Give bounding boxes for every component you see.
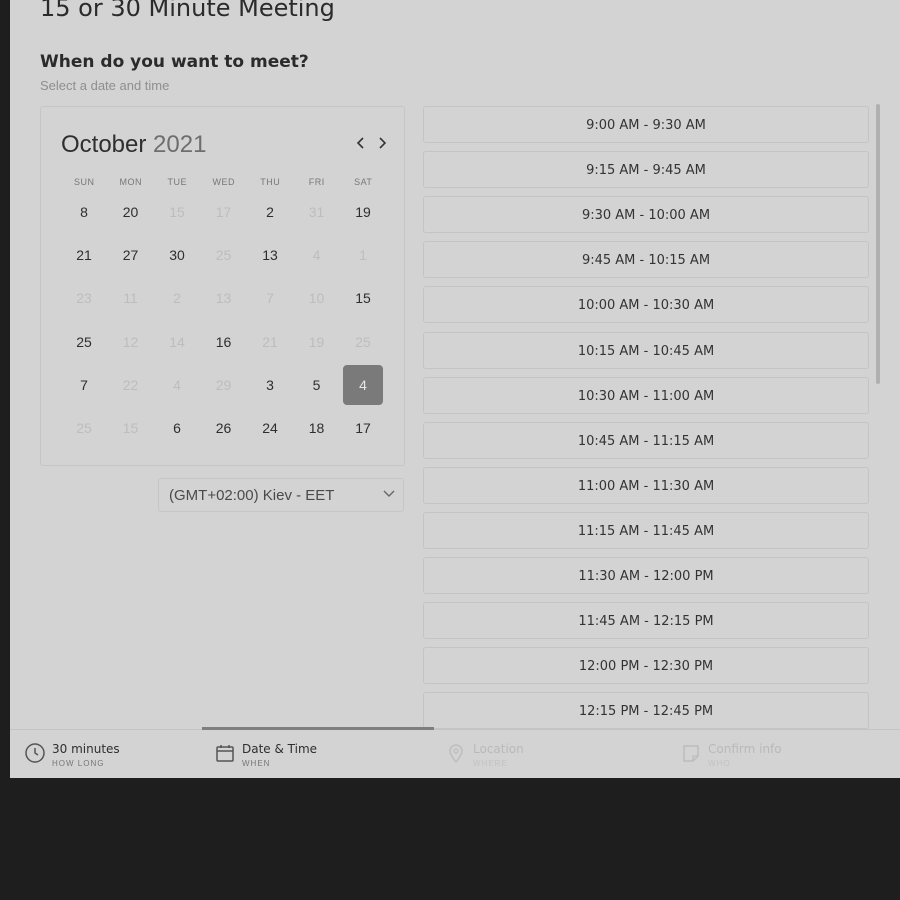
time-slot-button[interactable]: 11:00 AM - 11:30 AM <box>423 466 869 504</box>
time-slot-list: 9:00 AM - 9:30 AM 9:15 AM - 9:45 AM 9:30 A… <box>423 104 869 729</box>
weekday-label: THU <box>260 177 281 187</box>
calendar-day: 29 <box>215 376 232 393</box>
calendar-day[interactable]: 3 <box>250 365 290 405</box>
timezone-select[interactable]: (GMT+02:00) Kiev - EET <box>158 478 404 512</box>
calendar: October 2021 SUN MON TUE WED THU FRI SAT 8 20 15… <box>40 106 405 466</box>
calendar-day: 14 <box>169 333 185 350</box>
calendar-day: 22 <box>122 376 139 393</box>
calendar-day[interactable]: 19 <box>343 192 383 232</box>
step-sublabel: WHEN <box>242 759 271 768</box>
step-progress-bar: 30 minutes HOW LONG Date & Time WHEN Loc… <box>10 727 900 778</box>
calendar-day: 15 <box>169 204 185 220</box>
calendar-day: 19 <box>308 333 325 350</box>
location-pin-icon <box>449 744 463 764</box>
calendar-day[interactable]: 26 <box>204 408 244 448</box>
calendar-day: 23 <box>76 290 92 307</box>
time-slot-button[interactable]: 10:15 AM - 10:45 AM <box>423 331 869 369</box>
calendar-day: 4 <box>173 376 181 393</box>
chevron-down-icon <box>383 490 395 497</box>
step-sublabel: WHO <box>708 759 731 768</box>
time-slot-button[interactable]: 12:15 PM - 12:45 PM <box>423 692 869 729</box>
calendar-day: 4 <box>312 247 321 264</box>
calendar-day: 15 <box>122 420 139 436</box>
calendar-day[interactable]: 27 <box>111 235 151 275</box>
calendar-day: 12 <box>122 333 139 350</box>
time-slot-button[interactable]: 9:00 AM - 9:30 AM <box>423 106 869 143</box>
time-slot-button[interactable]: 9:15 AM - 9:45 AM <box>423 151 869 189</box>
calendar-icon <box>216 745 234 762</box>
timezone-value: (GMT+02:00) Kiev - EET <box>169 487 335 504</box>
time-slot-button[interactable]: 10:00 AM - 10:30 AM <box>423 286 869 324</box>
calendar-day[interactable]: 6 <box>157 408 197 448</box>
calendar-day[interactable]: 13 <box>250 235 290 275</box>
step-label: Confirm info <box>708 742 782 756</box>
note-icon <box>683 745 699 762</box>
scheduler-panel: 15 or 30 Minute Meeting When do you want… <box>10 0 900 778</box>
weekday-label: TUE <box>167 177 187 187</box>
calendar-day[interactable]: 2 <box>250 192 290 232</box>
calendar-day: 2 <box>173 290 181 307</box>
calendar-year: 2021 <box>153 131 207 158</box>
page-title: 15 or 30 Minute Meeting <box>40 0 335 22</box>
weekday-label: SAT <box>354 177 373 187</box>
calendar-day[interactable]: 20 <box>111 192 151 232</box>
time-slot-button[interactable]: 10:45 AM - 11:15 AM <box>423 421 869 459</box>
calendar-day[interactable]: 5 <box>297 365 337 405</box>
slot-list-scrollbar[interactable] <box>876 104 880 384</box>
weekday-label: WED <box>212 177 235 187</box>
calendar-day: 21 <box>262 333 278 350</box>
calendar-day: 17 <box>215 204 232 220</box>
calendar-day[interactable]: 7 <box>64 365 104 405</box>
time-slot-button[interactable]: 10:30 AM - 11:00 AM <box>423 376 869 414</box>
step-label: Date & Time <box>242 742 318 756</box>
weekday-label: SUN <box>73 177 95 187</box>
time-slot-button[interactable]: 11:15 AM - 11:45 AM <box>423 511 869 549</box>
calendar-day: 31 <box>308 204 325 220</box>
calendar-day: 25 <box>215 247 232 264</box>
chevron-right-icon <box>379 137 387 149</box>
next-month-button[interactable] <box>372 131 392 155</box>
calendar-grid: 8 20 15 17 2 31 19 21 27 30 25 13 4 1 23 11 2 13 7 10 15 25 12… <box>61 191 387 451</box>
calendar-month-year: October 2021 <box>61 131 206 159</box>
calendar-day[interactable]: 21 <box>64 235 104 275</box>
calendar-day[interactable]: 25 <box>64 322 104 362</box>
calendar-day: 11 <box>123 290 138 307</box>
step-sublabel: HOW LONG <box>52 759 105 768</box>
time-slot-button[interactable]: 12:00 PM - 12:30 PM <box>423 647 869 685</box>
step-label: 30 minutes <box>52 742 120 756</box>
clock-icon <box>25 743 45 763</box>
calendar-month: October <box>61 131 147 158</box>
calendar-day[interactable]: 18 <box>297 408 337 448</box>
calendar-day[interactable]: 16 <box>204 322 244 362</box>
calendar-day[interactable]: 17 <box>343 408 383 448</box>
time-slot-button[interactable]: 11:45 AM - 12:15 PM <box>423 602 869 640</box>
calendar-day: 13 <box>215 290 232 307</box>
calendar-day[interactable]: 30 <box>157 235 197 275</box>
section-subtitle: Select a date and time <box>40 78 170 93</box>
weekday-label: FRI <box>308 177 325 187</box>
calendar-day[interactable]: 15 <box>343 278 383 318</box>
calendar-day[interactable]: 8 <box>64 192 104 232</box>
active-step-indicator <box>202 727 434 730</box>
weekday-label: MON <box>119 177 142 187</box>
calendar-day: 10 <box>308 290 325 307</box>
calendar-day: 25 <box>355 333 371 350</box>
calendar-day: 1 <box>359 247 367 264</box>
step-label: Location <box>473 742 524 756</box>
weekday-header: SUN MON TUE WED THU FRI SAT <box>61 177 387 191</box>
time-slot-button[interactable]: 9:45 AM - 10:15 AM <box>423 241 869 279</box>
prev-month-button[interactable] <box>351 131 371 155</box>
section-heading: When do you want to meet? <box>40 52 309 72</box>
calendar-day[interactable]: 24 <box>250 408 290 448</box>
step-sublabel: WHERE <box>473 759 508 768</box>
time-slot-button[interactable]: 11:30 AM - 12:00 PM <box>423 557 869 594</box>
calendar-day-selected[interactable]: 4 <box>343 364 383 405</box>
chevron-left-icon <box>356 137 364 149</box>
calendar-day: 7 <box>266 290 274 307</box>
calendar-day: 25 <box>76 420 92 436</box>
time-slot-button[interactable]: 9:30 AM - 10:00 AM <box>423 196 869 234</box>
